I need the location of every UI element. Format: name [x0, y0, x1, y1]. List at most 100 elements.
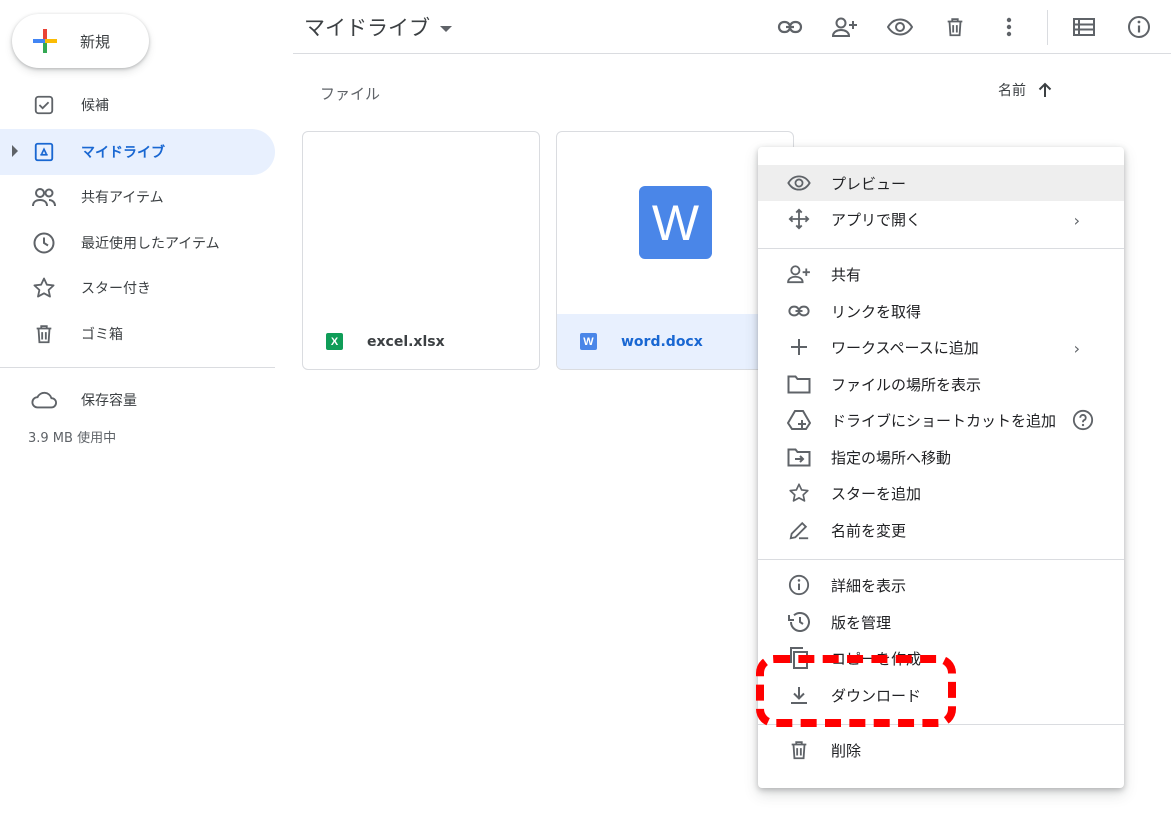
sidebar-item-label: 最近使用したアイテム	[81, 236, 220, 252]
menu-item-label: コピーを作成	[831, 650, 922, 668]
person-add-icon	[786, 261, 812, 287]
file-name: word.docx	[621, 333, 703, 350]
menu-item-show-location[interactable]: ファイルの場所を表示	[758, 366, 1124, 402]
menu-item-label: 共有	[831, 266, 862, 284]
sidebar-item-storage[interactable]: 保存容量	[0, 377, 275, 423]
history-icon	[786, 609, 812, 635]
caret-down-icon	[440, 26, 452, 32]
sort-by-name-button[interactable]: 名前	[998, 80, 1052, 100]
star-icon	[31, 275, 57, 301]
eye-icon	[887, 18, 913, 36]
menu-item-move-to[interactable]: 指定の場所へ移動	[758, 439, 1124, 475]
get-link-button[interactable]	[774, 11, 806, 43]
trash-icon	[786, 737, 812, 763]
menu-item-rename[interactable]: 名前を変更	[758, 512, 1124, 548]
copy-icon	[786, 645, 812, 671]
new-button[interactable]: 新規	[12, 14, 149, 68]
sidebar-item-my-drive[interactable]: マイドライブ	[0, 129, 275, 175]
sidebar-item-label: マイドライブ	[81, 145, 165, 161]
preview-button[interactable]	[884, 11, 916, 43]
menu-item-add-star[interactable]: スターを追加	[758, 475, 1124, 511]
sidebar-item-label: ゴミ箱	[81, 327, 123, 343]
menu-item-manage-versions[interactable]: 版を管理	[758, 604, 1124, 640]
sort-label: 名前	[998, 83, 1026, 99]
eye-icon	[786, 170, 812, 196]
menu-item-label: ファイルの場所を表示	[831, 376, 982, 394]
clock-icon	[31, 230, 57, 256]
star-icon	[786, 480, 812, 506]
details-button[interactable]	[1123, 11, 1155, 43]
arrow-up-icon	[1038, 82, 1052, 97]
menu-item-get-link[interactable]: リンクを取得	[758, 293, 1124, 329]
sidebar-item-suggested[interactable]: 候補	[0, 82, 275, 128]
menu-item-label: リンクを取得	[831, 303, 922, 321]
sidebar-item-label: 保存容量	[81, 393, 137, 409]
drive-shortcut-icon	[786, 407, 812, 433]
menu-item-download[interactable]: ダウンロード	[758, 677, 1124, 713]
toolbar-divider	[1047, 10, 1048, 45]
remove-button[interactable]	[939, 11, 971, 43]
section-label: ファイル	[320, 85, 381, 103]
folder-icon	[786, 371, 812, 397]
sidebar-item-shared[interactable]: 共有アイテム	[0, 174, 275, 220]
menu-item-details[interactable]: 詳細を表示	[758, 567, 1124, 603]
sidebar-item-label: 共有アイテム	[81, 190, 164, 206]
chevron-right-icon: ›	[1073, 339, 1080, 358]
plus-icon	[33, 29, 57, 53]
menu-item-label: ダウンロード	[831, 687, 922, 705]
menu-item-label: 指定の場所へ移動	[831, 449, 952, 467]
person-add-icon	[831, 17, 857, 37]
word-thumbnail-icon: W	[639, 186, 712, 259]
trash-icon	[31, 321, 57, 347]
word-icon: W	[580, 333, 597, 350]
menu-item-label: スターを追加	[831, 485, 922, 503]
chevron-right-icon: ›	[1073, 211, 1080, 230]
move-arrows-icon	[786, 206, 812, 232]
menu-divider	[758, 559, 1124, 560]
people-icon	[31, 184, 57, 210]
context-menu: プレビュー アプリで開く › 共有 リンクを取得 ワークスペースに追加 › ファ…	[758, 147, 1124, 788]
menu-item-label: 削除	[831, 742, 862, 760]
trash-icon	[947, 18, 963, 37]
info-icon	[786, 572, 812, 598]
file-card-excel[interactable]: X excel.xlsx	[302, 131, 540, 370]
menu-item-label: ドライブにショートカットを追加	[831, 412, 1057, 430]
menu-item-remove[interactable]: 削除	[758, 732, 1124, 768]
more-vert-icon	[1006, 17, 1012, 37]
page-title: マイドライブ	[304, 16, 430, 40]
pencil-icon	[786, 517, 812, 543]
menu-item-label: アプリで開く	[831, 211, 922, 229]
download-icon	[786, 682, 812, 708]
link-icon	[786, 298, 812, 324]
check-box-icon	[31, 92, 57, 118]
share-button[interactable]	[829, 11, 861, 43]
menu-item-make-copy[interactable]: コピーを作成	[758, 640, 1124, 676]
menu-item-open-with[interactable]: アプリで開く ›	[758, 201, 1124, 237]
excel-icon: X	[326, 333, 343, 350]
cloud-icon	[31, 387, 57, 413]
file-card-footer: X excel.xlsx	[303, 314, 539, 369]
menu-item-label: 版を管理	[831, 614, 892, 632]
info-icon	[1128, 16, 1150, 38]
move-to-folder-icon	[786, 444, 812, 470]
menu-item-label: 名前を変更	[831, 522, 907, 540]
sidebar-item-trash[interactable]: ゴミ箱	[0, 311, 275, 357]
breadcrumb[interactable]: マイドライブ	[304, 12, 452, 42]
expand-arrow-icon[interactable]	[12, 145, 18, 157]
sidebar-item-recent[interactable]: 最近使用したアイテム	[0, 220, 275, 266]
sidebar-item-label: スター付き	[81, 281, 151, 297]
sidebar-item-starred[interactable]: スター付き	[0, 265, 275, 311]
menu-item-label: 詳細を表示	[831, 577, 907, 595]
menu-item-share[interactable]: 共有	[758, 256, 1124, 292]
file-name: excel.xlsx	[367, 333, 445, 350]
list-view-icon	[1073, 18, 1095, 36]
help-icon[interactable]	[1072, 409, 1094, 435]
link-icon	[777, 20, 803, 34]
more-actions-button[interactable]	[993, 11, 1025, 43]
menu-item-add-shortcut[interactable]: ドライブにショートカットを追加	[758, 402, 1124, 438]
list-view-button[interactable]	[1068, 11, 1100, 43]
storage-usage: 3.9 MB 使用中	[28, 431, 117, 446]
menu-item-label: プレビュー	[831, 175, 907, 193]
menu-item-add-to-workspace[interactable]: ワークスペースに追加 ›	[758, 329, 1124, 365]
menu-item-preview[interactable]: プレビュー	[758, 165, 1124, 201]
